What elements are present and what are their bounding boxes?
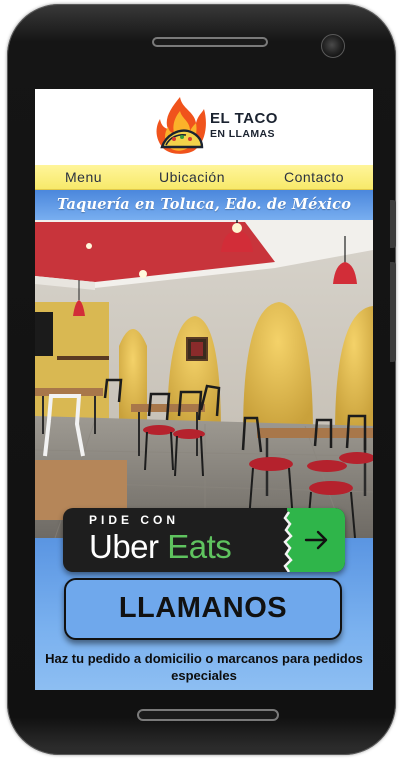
- call-button-label: LLAMANOS: [118, 592, 288, 624]
- restaurant-interior-photo: [35, 220, 373, 538]
- arrow-right-icon: [304, 530, 328, 550]
- uber-brand-eats: Eats: [167, 528, 232, 565]
- volume-button: [390, 200, 396, 248]
- uber-arrow-panel: [283, 508, 345, 572]
- site-logo[interactable]: EL TACO EN LLAMAS: [152, 95, 277, 159]
- uber-brand-uber: Uber: [89, 528, 159, 565]
- nav-link-ubicacion[interactable]: Ubicación: [159, 169, 225, 185]
- nav-link-menu[interactable]: Menu: [65, 169, 102, 185]
- brand-title: EL TACO: [210, 110, 278, 127]
- order-note: Haz tu pedido a domicilio o marcanos par…: [45, 651, 363, 683]
- tagline-banner: Taquería en Toluca, Edo. de México: [35, 190, 373, 220]
- call-button[interactable]: LLAMANOS: [64, 578, 342, 640]
- main-nav: Menu Ubicación Contacto: [35, 165, 373, 190]
- site-header: EL TACO EN LLAMAS: [35, 89, 373, 165]
- uber-eats-button[interactable]: PIDE CON Uber Eats: [63, 508, 345, 572]
- nav-link-contacto[interactable]: Contacto: [284, 169, 344, 185]
- torn-edge-decoration: [283, 508, 293, 572]
- home-bar[interactable]: [137, 709, 279, 721]
- brand-subtitle: EN LLAMAS: [210, 128, 275, 140]
- tagline-text: Taquería en Toluca, Edo. de México: [56, 196, 352, 213]
- power-button: [390, 262, 396, 362]
- uber-eats-logo: Uber Eats: [89, 528, 232, 566]
- flame-taco-icon: [156, 97, 206, 154]
- front-camera-icon: [321, 34, 345, 58]
- uber-pre-label: PIDE CON: [89, 513, 180, 527]
- web-page: EL TACO EN LLAMAS Menu Ubicación Contact…: [35, 89, 373, 690]
- earpiece-speaker: [152, 37, 268, 47]
